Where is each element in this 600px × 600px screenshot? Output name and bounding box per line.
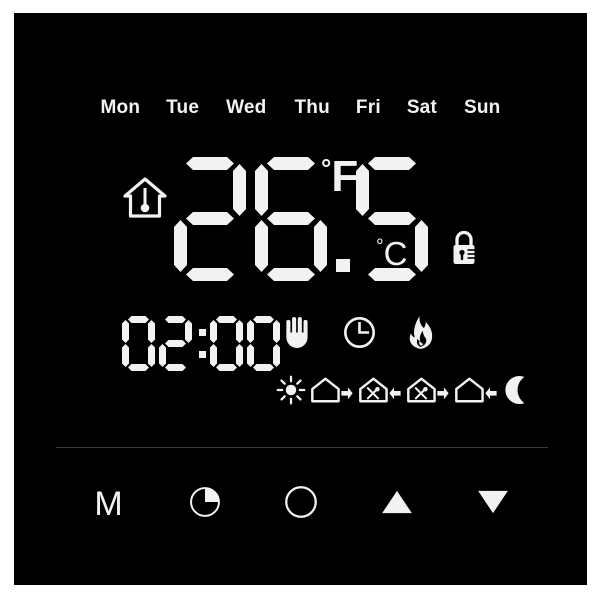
- thermostat-display-panel: Mon Tue Wed Thu Fri Sat Sun °F °C M: [14, 13, 587, 585]
- weekday-mon: Mon: [100, 97, 141, 118]
- clock-hour-tens: [122, 316, 155, 371]
- hand-manual-icon: [282, 316, 313, 354]
- padlock-locked-icon: [448, 229, 480, 267]
- house-leave-icon: [310, 375, 354, 410]
- power-button[interactable]: [253, 469, 349, 539]
- temp-digit-tens: [174, 157, 246, 281]
- house-meal-leave-icon: [406, 375, 450, 410]
- moon-sleep-icon: [502, 375, 530, 410]
- mode-button-label: M: [94, 485, 123, 523]
- weekday-fri: Fri: [355, 97, 381, 118]
- circle-power-icon: [284, 485, 318, 524]
- weekday-tue: Tue: [166, 97, 200, 118]
- touch-button-row: M: [14, 469, 587, 539]
- clock-program-icon: [343, 316, 376, 354]
- clock-button[interactable]: [157, 469, 253, 539]
- degree-symbol-c: °: [376, 236, 384, 257]
- triangle-down-icon: [477, 489, 509, 520]
- temp-digit-ones: [255, 157, 327, 281]
- down-button[interactable]: [445, 469, 541, 539]
- clock-colon: [196, 316, 210, 371]
- house-thermometer-icon: [122, 175, 168, 221]
- weekday-row: Mon Tue Wed Thu Fri Sat Sun: [14, 97, 587, 119]
- weekday-wed: Wed: [226, 97, 267, 118]
- clock-hour-ones: [159, 316, 192, 371]
- clock-minute-ones: [247, 316, 280, 371]
- unit-celsius: °C: [376, 237, 407, 270]
- house-meal-return-icon: [358, 375, 402, 410]
- clock-quarter-icon: [189, 486, 221, 523]
- flame-heating-icon: [406, 315, 435, 355]
- up-button[interactable]: [349, 469, 445, 539]
- house-return-icon: [454, 375, 498, 410]
- unit-fahrenheit: °F: [321, 155, 358, 199]
- weekday-sat: Sat: [406, 97, 437, 118]
- unit-letter-c: C: [383, 235, 408, 272]
- unit-letter-f: F: [331, 152, 359, 201]
- clock-time-display: [122, 316, 284, 371]
- weekday-thu: Thu: [294, 97, 330, 118]
- weekday-sun: Sun: [463, 97, 501, 118]
- sun-wake-icon: [276, 375, 306, 410]
- triangle-up-icon: [381, 489, 413, 520]
- mode-icon-row: [276, 375, 530, 410]
- degree-symbol-f: °: [321, 153, 332, 183]
- temperature-block: °F °C: [14, 151, 587, 291]
- section-divider: [56, 447, 548, 448]
- clock-minute-tens: [210, 316, 243, 371]
- mode-button[interactable]: M: [61, 469, 157, 539]
- status-icon-row: [282, 315, 435, 355]
